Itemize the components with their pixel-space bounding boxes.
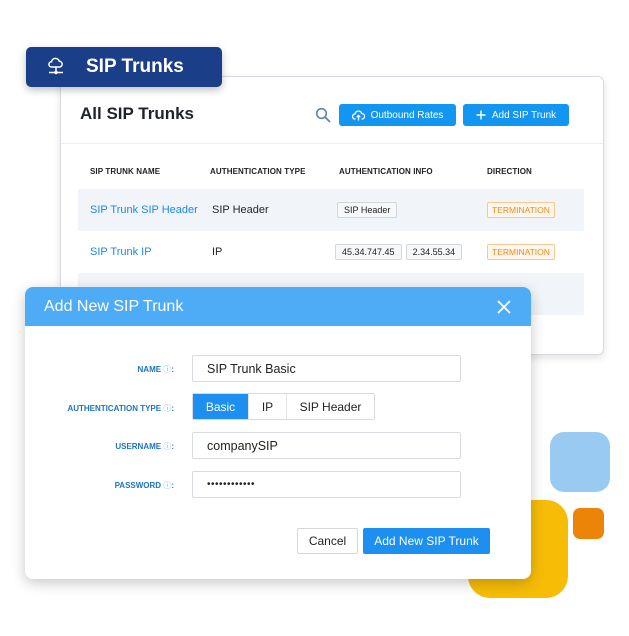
close-icon[interactable] bbox=[497, 299, 511, 314]
direction-badge: TERMINATION bbox=[487, 244, 555, 260]
auth-type-value: IP bbox=[212, 246, 223, 258]
column-header-auth-type[interactable]: AUTHENTICATION TYPE bbox=[210, 167, 306, 176]
trunk-name-link[interactable]: SIP Trunk SIP Header bbox=[90, 204, 198, 216]
cloud-upload-icon bbox=[351, 109, 365, 120]
plus-icon bbox=[476, 110, 486, 120]
add-new-sip-trunk-button[interactable]: Add New SIP Trunk bbox=[363, 528, 490, 554]
add-sip-trunk-label: Add SIP Trunk bbox=[491, 109, 557, 121]
outbound-rates-button[interactable]: Outbound Rates bbox=[339, 104, 456, 126]
direction-cell: TERMINATION bbox=[487, 202, 555, 218]
modal-title: Add New SIP Trunk bbox=[44, 297, 184, 315]
column-header-auth-info[interactable]: AUTHENTICATION INFO bbox=[339, 167, 433, 176]
cancel-button[interactable]: Cancel bbox=[297, 528, 358, 554]
auth-type-value: SIP Header bbox=[212, 204, 269, 216]
auth-info-tag: 2.34.55.34 bbox=[405, 244, 463, 260]
auth-info-tag: SIP Header bbox=[337, 202, 398, 218]
page-header-badge: SIP Trunks bbox=[26, 47, 222, 87]
username-input[interactable]: companySIP bbox=[192, 432, 461, 459]
auth-type-option-ip[interactable]: IP bbox=[248, 394, 286, 419]
username-label: USERNAME ⓘ: bbox=[115, 442, 174, 451]
auth-type-segmented-control: Basic IP SIP Header bbox=[192, 393, 375, 420]
password-input[interactable]: •••••••••••• bbox=[192, 471, 461, 498]
auth-info-tag: 45.34.747.45 bbox=[335, 244, 402, 260]
table-row[interactable]: SIP Trunk IP IP 45.34.747.45 2.34.55.34 T… bbox=[78, 231, 584, 273]
add-sip-trunk-modal: Add New SIP Trunk NAME ⓘ: SIP Trunk Basi… bbox=[25, 287, 531, 579]
table-row[interactable]: SIP Trunk SIP Header SIP Header SIP Head… bbox=[78, 189, 584, 231]
auth-info-cell: SIP Header bbox=[337, 202, 401, 218]
column-header-direction[interactable]: DIRECTION bbox=[487, 167, 532, 176]
direction-cell: TERMINATION bbox=[487, 244, 555, 260]
info-icon[interactable]: ⓘ bbox=[163, 442, 171, 451]
password-label: PASSWORD ⓘ: bbox=[114, 481, 174, 490]
info-icon[interactable]: ⓘ bbox=[163, 481, 171, 490]
column-header-name[interactable]: SIP TRUNK NAME bbox=[90, 167, 160, 176]
card-title: All SIP Trunks bbox=[80, 104, 195, 123]
outbound-rates-label: Outbound Rates bbox=[370, 109, 444, 121]
trunk-name-link[interactable]: SIP Trunk IP bbox=[90, 246, 152, 258]
info-icon[interactable]: ⓘ bbox=[163, 365, 171, 374]
auth-type-option-sip-header[interactable]: SIP Header bbox=[286, 394, 374, 419]
auth-type-option-basic[interactable]: Basic bbox=[193, 394, 248, 419]
page-header-title: SIP Trunks bbox=[86, 56, 184, 77]
card-divider bbox=[61, 143, 603, 144]
name-label: NAME ⓘ: bbox=[137, 365, 174, 374]
info-icon[interactable]: ⓘ bbox=[163, 404, 171, 413]
modal-header: Add New SIP Trunk bbox=[25, 287, 531, 326]
cloud-network-icon bbox=[48, 57, 63, 75]
direction-badge: TERMINATION bbox=[487, 202, 555, 218]
decorative-orange-square bbox=[573, 508, 604, 539]
name-input[interactable]: SIP Trunk Basic bbox=[192, 355, 461, 382]
auth-info-cell: 45.34.747.45 2.34.55.34 bbox=[335, 244, 466, 260]
add-sip-trunk-button[interactable]: Add SIP Trunk bbox=[463, 104, 569, 126]
search-icon[interactable] bbox=[315, 107, 331, 123]
decorative-blue-square bbox=[550, 432, 610, 492]
auth-type-label: AUTHENTICATION TYPE ⓘ: bbox=[67, 404, 174, 413]
